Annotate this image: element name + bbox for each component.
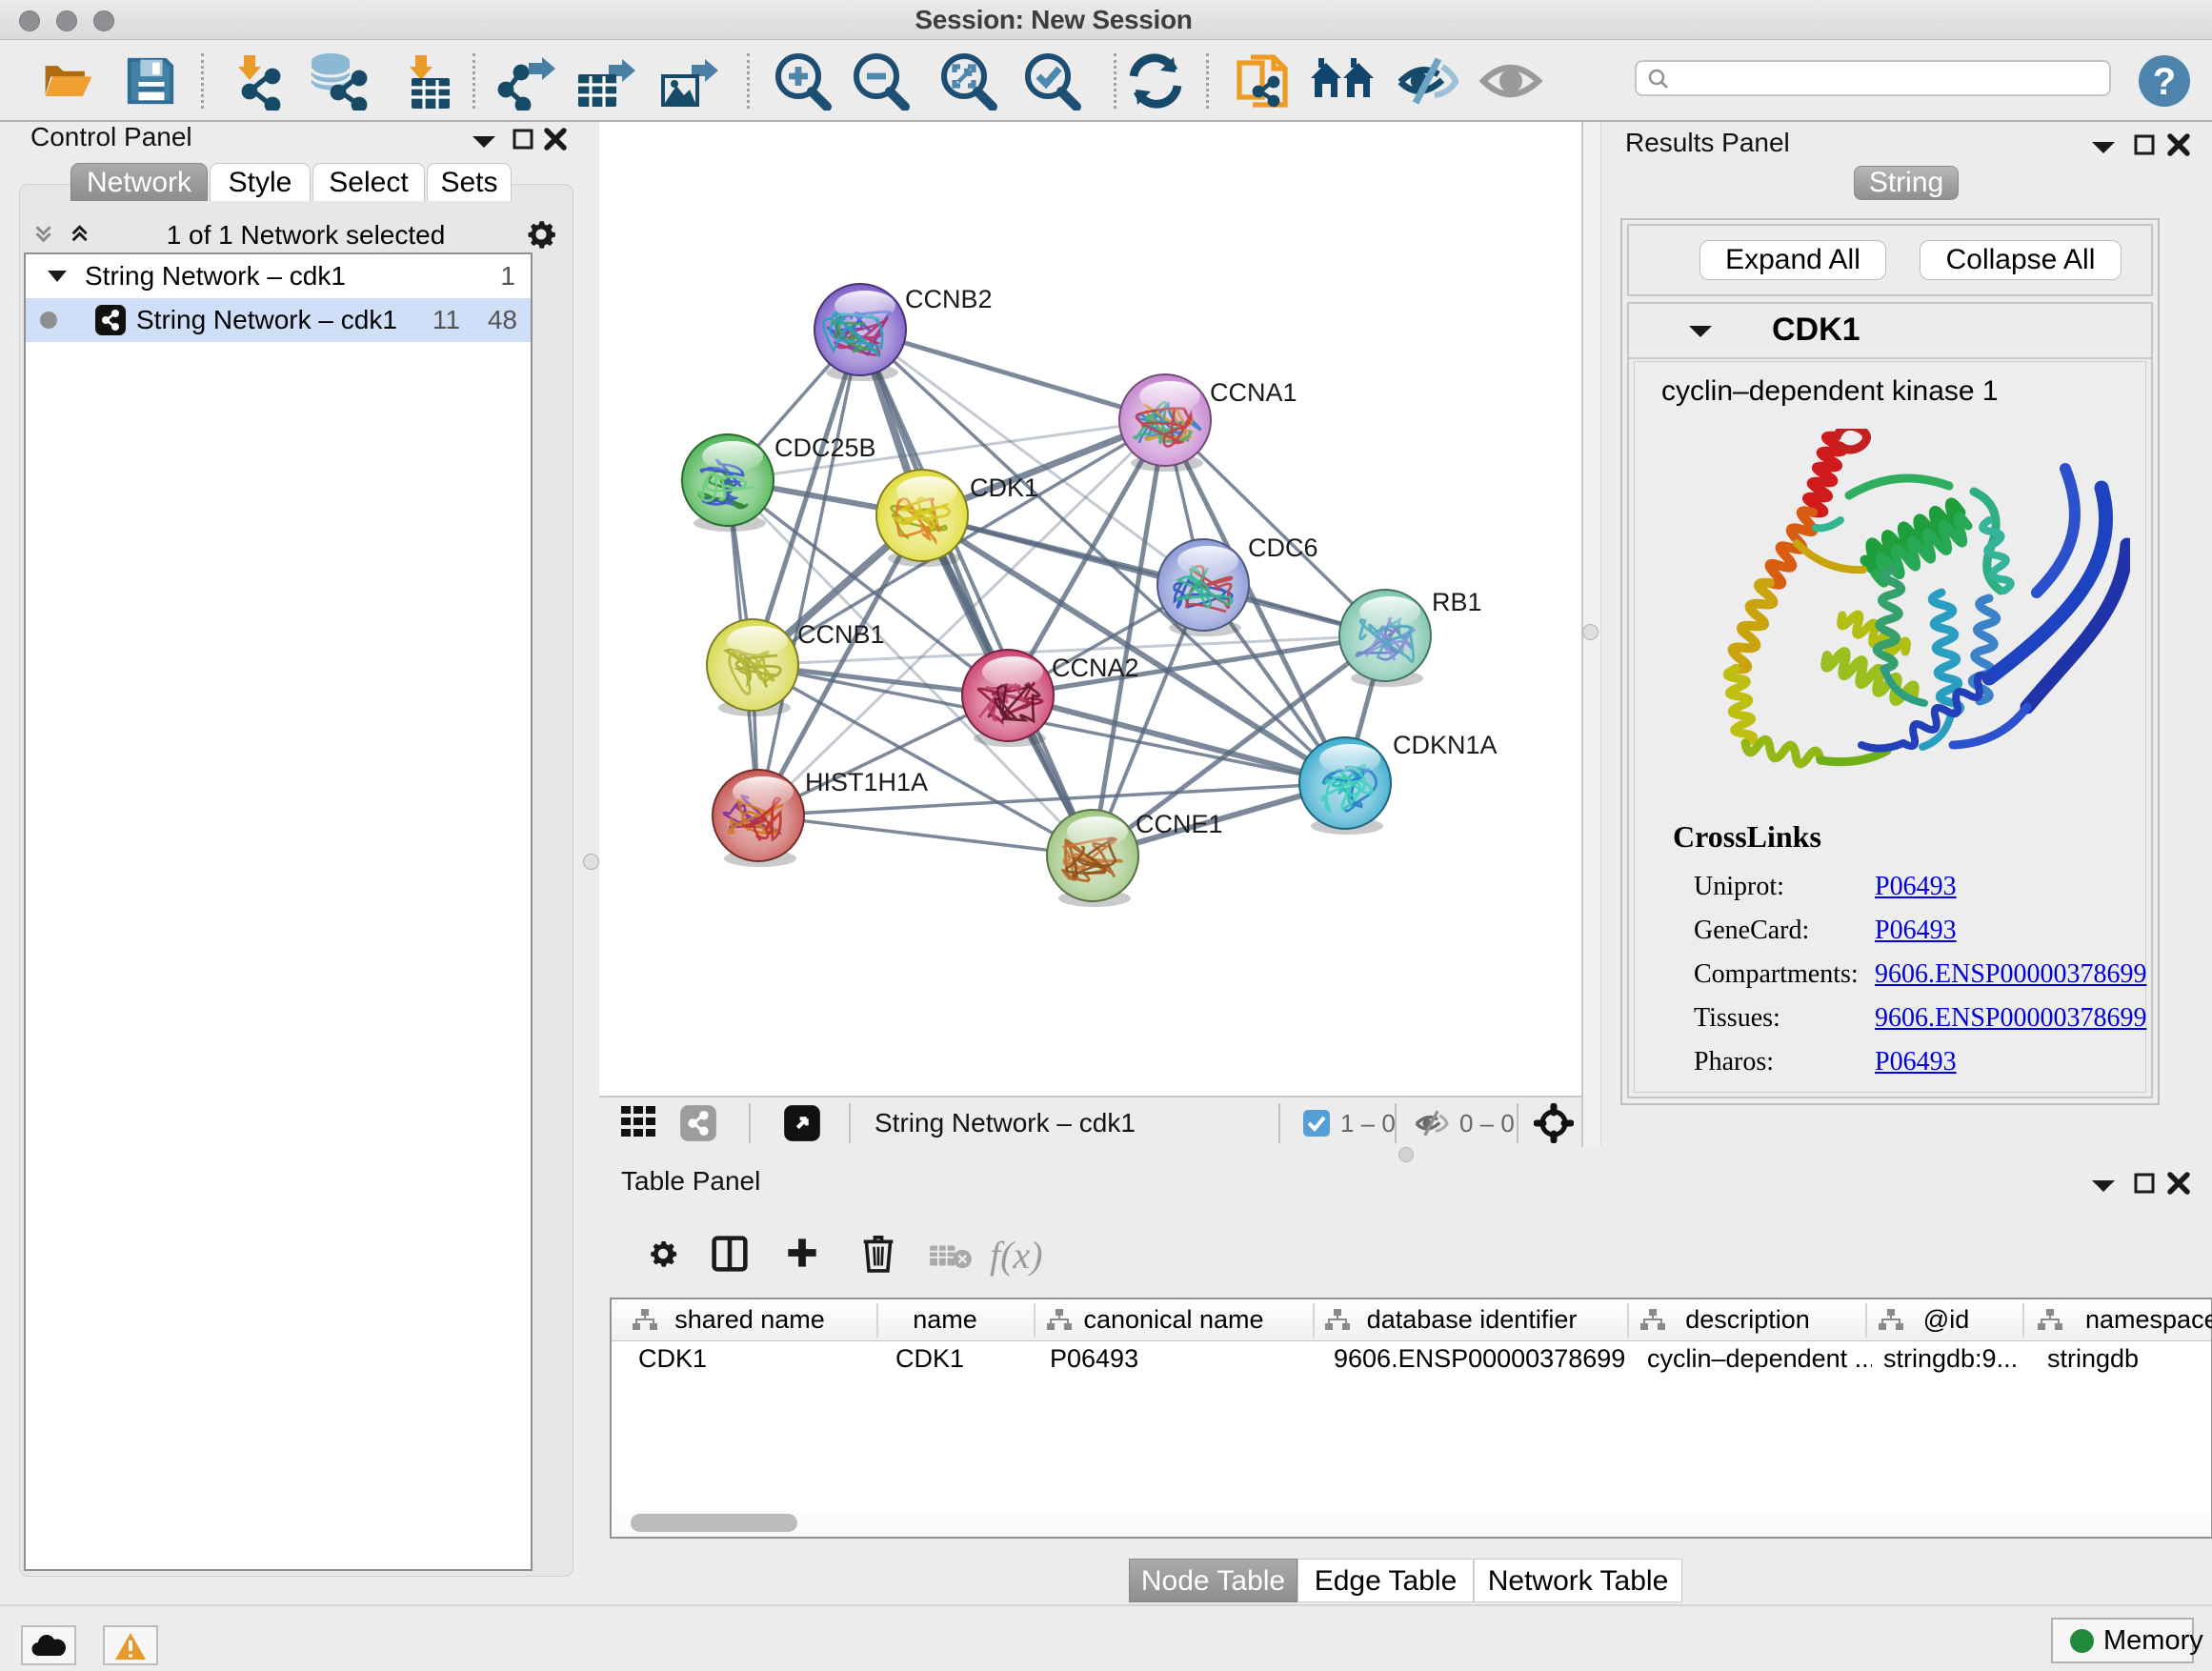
- svg-text:CDC6: CDC6: [1248, 534, 1318, 562]
- svg-text:CCNB2: CCNB2: [905, 285, 993, 313]
- svg-text:HIST1H1A: HIST1H1A: [805, 768, 928, 796]
- svg-text:CDKN1A: CDKN1A: [1393, 731, 1498, 759]
- svg-text:CCNA1: CCNA1: [1210, 378, 1297, 407]
- svg-text:CCNB1: CCNB1: [797, 620, 885, 649]
- svg-text:CDC25B: CDC25B: [774, 433, 876, 462]
- svg-text:CDK1: CDK1: [970, 473, 1038, 502]
- svg-text:?: ?: [2153, 61, 2176, 103]
- svg-text:RB1: RB1: [1432, 588, 1482, 616]
- svg-text:CCNA2: CCNA2: [1052, 654, 1139, 682]
- svg-text:CCNE1: CCNE1: [1136, 810, 1223, 838]
